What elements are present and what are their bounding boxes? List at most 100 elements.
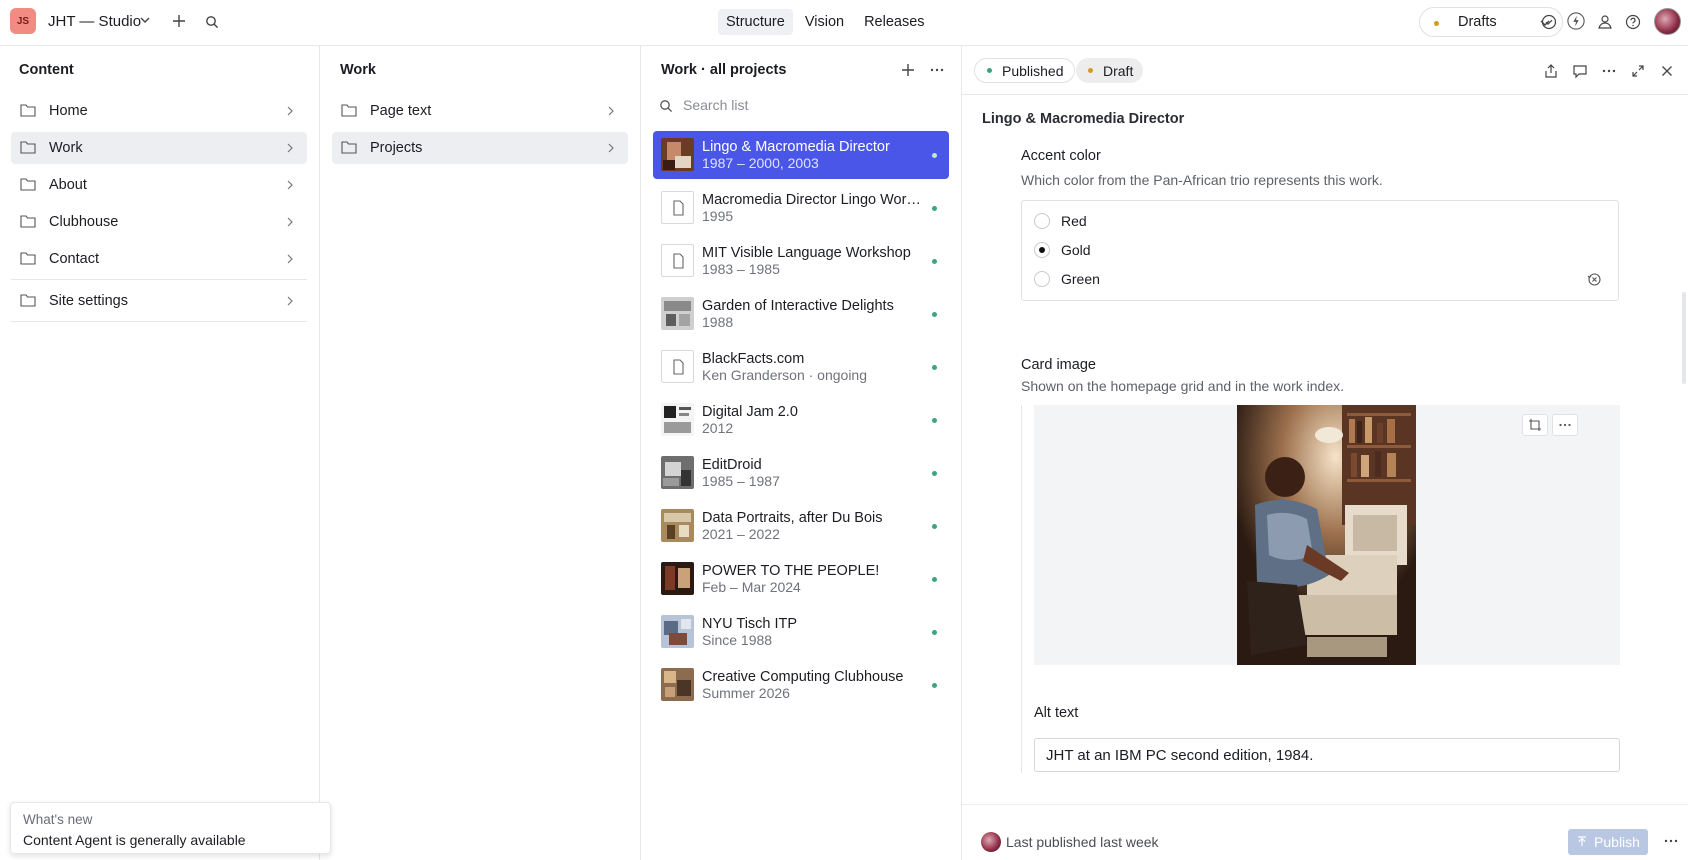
more-icon[interactable] bbox=[1552, 414, 1578, 436]
chevron-right-icon bbox=[287, 143, 293, 153]
nav-item-about[interactable]: About bbox=[11, 169, 307, 201]
status-badge-published[interactable]: Published bbox=[974, 58, 1075, 83]
published-status-dot bbox=[932, 524, 937, 529]
alt-text-label: Alt text bbox=[1034, 705, 1079, 721]
scrollbar[interactable] bbox=[1682, 292, 1686, 384]
share-icon[interactable] bbox=[1542, 62, 1560, 80]
published-status-dot bbox=[932, 259, 937, 264]
divider bbox=[962, 94, 1688, 95]
radio-green[interactable] bbox=[1034, 271, 1050, 287]
folder-icon bbox=[20, 252, 36, 265]
list-item[interactable]: Creative Computing Clubhouse Summer 2026 bbox=[653, 661, 949, 709]
item-title: Macromedia Director Lingo Workshop bbox=[702, 192, 924, 208]
nav-item-contact[interactable]: Contact bbox=[11, 243, 307, 275]
card-image-label: Card image bbox=[1021, 357, 1096, 373]
toast-heading: What's new bbox=[23, 812, 93, 827]
nav-item-label: Work bbox=[49, 140, 83, 156]
published-status-dot bbox=[932, 365, 937, 370]
tab-releases[interactable]: Releases bbox=[856, 9, 932, 35]
search-icon[interactable] bbox=[203, 13, 221, 31]
thumbnail bbox=[661, 138, 694, 171]
tab-structure[interactable]: Structure bbox=[718, 9, 793, 35]
bolt-icon[interactable] bbox=[1567, 12, 1585, 30]
chevron-right-icon bbox=[287, 106, 293, 116]
item-subtitle: 2021 – 2022 bbox=[702, 526, 780, 542]
status-badge-draft[interactable]: Draft bbox=[1076, 58, 1144, 83]
close-icon[interactable] bbox=[1658, 62, 1676, 80]
item-subtitle: Ken Granderson · ongoing bbox=[702, 367, 867, 383]
help-icon[interactable] bbox=[1624, 13, 1642, 31]
chevron-right-icon bbox=[608, 143, 614, 153]
workspace-title[interactable]: JHT — Studio bbox=[48, 13, 141, 30]
more-icon[interactable] bbox=[928, 61, 946, 79]
publish-button[interactable]: Publish bbox=[1568, 829, 1648, 855]
thumbnail bbox=[661, 456, 694, 489]
comment-icon[interactable] bbox=[1571, 62, 1589, 80]
radio-red[interactable] bbox=[1034, 213, 1050, 229]
list-item[interactable]: Lingo & Macromedia Director 1987 – 2000,… bbox=[653, 131, 949, 179]
list-item[interactable]: NYU Tisch ITP Since 1988 bbox=[653, 608, 949, 656]
item-title: Data Portraits, after Du Bois bbox=[702, 510, 883, 526]
item-title: Digital Jam 2.0 bbox=[702, 404, 798, 420]
published-status-dot bbox=[932, 153, 937, 158]
radio-label[interactable]: Green bbox=[1061, 271, 1100, 287]
nav-item-work[interactable]: Work bbox=[11, 132, 307, 164]
list-item[interactable]: EditDroid 1985 – 1987 bbox=[653, 449, 949, 497]
more-icon[interactable] bbox=[1600, 62, 1618, 80]
accent-color-description: Which color from the Pan-African trio re… bbox=[1021, 172, 1383, 188]
list-item[interactable]: Data Portraits, after Du Bois 2021 – 202… bbox=[653, 502, 949, 550]
accent-color-radio-group: Red Gold Green bbox=[1021, 200, 1619, 301]
item-title: Lingo & Macromedia Director bbox=[702, 139, 890, 155]
chevron-down-icon[interactable] bbox=[138, 13, 152, 27]
radio-label[interactable]: Gold bbox=[1061, 242, 1091, 258]
chevron-right-icon bbox=[287, 254, 293, 264]
document-icon bbox=[661, 244, 694, 277]
presence-icon[interactable] bbox=[1596, 13, 1614, 31]
nav-item-home[interactable]: Home bbox=[11, 95, 307, 127]
publish-icon bbox=[1578, 836, 1587, 846]
published-status-dot bbox=[932, 630, 937, 635]
add-icon[interactable] bbox=[170, 12, 188, 30]
published-status-dot bbox=[987, 68, 992, 73]
radio-gold[interactable] bbox=[1034, 242, 1050, 258]
card-image-frame[interactable] bbox=[1034, 405, 1620, 665]
field-group-line bbox=[1021, 405, 1022, 773]
clear-selection-icon[interactable] bbox=[1586, 271, 1602, 287]
list-item[interactable]: BlackFacts.com Ken Granderson · ongoing bbox=[653, 343, 949, 391]
content-pane: Content Home Work About Clubhouse Contac… bbox=[0, 46, 320, 860]
user-avatar[interactable] bbox=[1654, 8, 1681, 35]
alt-text-input[interactable]: JHT at an IBM PC second edition, 1984. bbox=[1034, 738, 1620, 772]
list-item[interactable]: Garden of Interactive Delights 1988 bbox=[653, 290, 949, 338]
radio-label[interactable]: Red bbox=[1061, 213, 1087, 229]
nav-item-label: Site settings bbox=[49, 293, 128, 309]
status-label: Published bbox=[1002, 62, 1064, 79]
check-circle-icon[interactable] bbox=[1540, 13, 1558, 31]
nav-item-projects[interactable]: Projects bbox=[332, 132, 628, 164]
item-subtitle: 1987 – 2000, 2003 bbox=[702, 155, 819, 171]
publish-label: Publish bbox=[1594, 834, 1640, 850]
list-item[interactable]: Macromedia Director Lingo Workshop 1995 bbox=[653, 184, 949, 232]
nav-item-site-settings[interactable]: Site settings bbox=[11, 285, 307, 317]
tab-vision[interactable]: Vision bbox=[797, 9, 852, 35]
divider bbox=[11, 321, 307, 322]
nav-item-label: Clubhouse bbox=[49, 214, 119, 230]
divider bbox=[11, 279, 307, 280]
list-item[interactable]: Digital Jam 2.0 2012 bbox=[653, 396, 949, 444]
whats-new-toast[interactable]: What's new Content Agent is generally av… bbox=[10, 802, 331, 854]
expand-icon[interactable] bbox=[1629, 62, 1647, 80]
search-input[interactable]: Search list bbox=[683, 97, 748, 113]
workspace-avatar[interactable]: JS bbox=[10, 8, 36, 34]
item-title: NYU Tisch ITP bbox=[702, 616, 798, 632]
thumbnail bbox=[661, 668, 694, 701]
list-item[interactable]: MIT Visible Language Workshop 1983 – 198… bbox=[653, 237, 949, 285]
thumbnail bbox=[661, 403, 694, 436]
add-icon[interactable] bbox=[899, 61, 917, 79]
more-icon[interactable] bbox=[1662, 832, 1680, 850]
crop-icon[interactable] bbox=[1522, 414, 1548, 436]
item-subtitle: 2012 bbox=[702, 420, 734, 436]
nav-item-clubhouse[interactable]: Clubhouse bbox=[11, 206, 307, 238]
list-item[interactable]: POWER TO THE PEOPLE! Feb – Mar 2024 bbox=[653, 555, 949, 603]
nav-item-page-text[interactable]: Page text bbox=[332, 95, 628, 127]
search-field[interactable]: Search list bbox=[659, 96, 929, 118]
nav-item-label: Projects bbox=[370, 140, 423, 156]
